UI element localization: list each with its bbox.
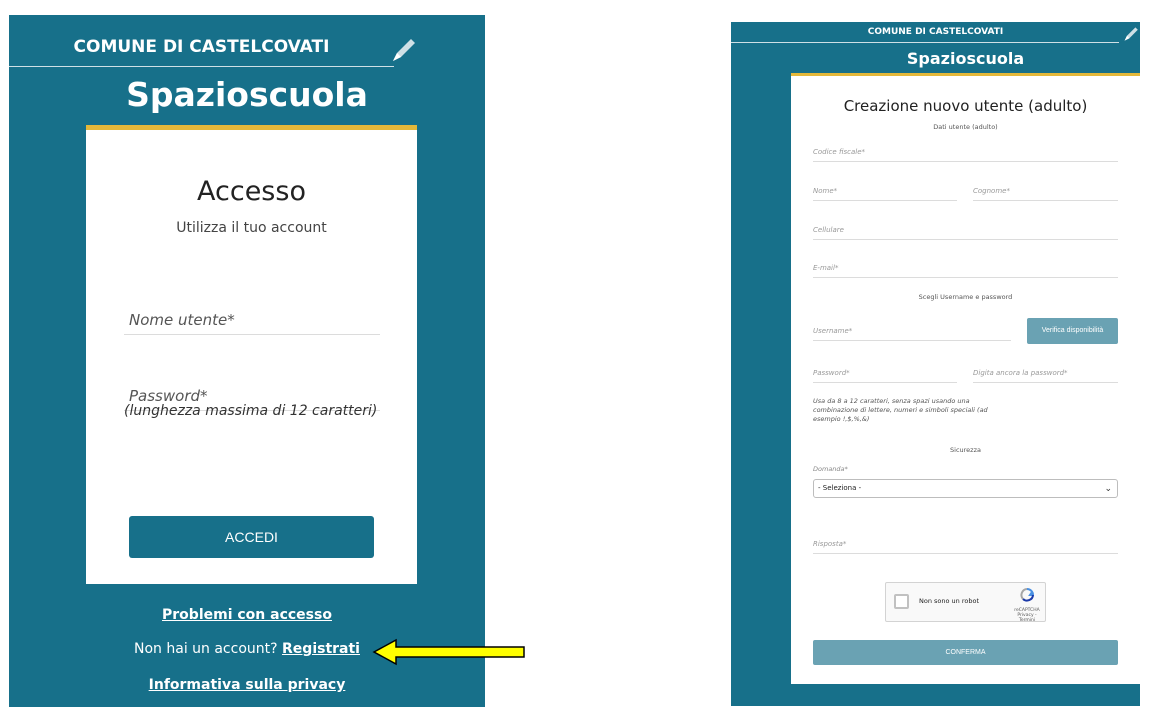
login-title: Accesso	[197, 176, 306, 207]
chevron-down-icon: ⌄	[1104, 484, 1112, 494]
cellulare-input[interactable]: Cellulare	[813, 223, 1118, 240]
codice-fiscale-input[interactable]: Codice fiscale*	[813, 145, 1118, 162]
register-link[interactable]: Registrati	[282, 641, 360, 657]
recaptcha-widget: Non sono un robot reCAPTCHA Privacy - Te…	[885, 582, 1046, 623]
header-divider	[9, 66, 394, 67]
yellow-arrow-icon	[372, 638, 525, 666]
section-user-data: Dati utente (adulto)	[933, 123, 998, 131]
header-divider	[731, 42, 1119, 43]
register-title: Creazione nuovo utente (adulto)	[843, 97, 1088, 115]
password-rules-hint: Usa da 8 a 12 caratteri, senza spazi usa…	[813, 397, 988, 423]
question-selected-value: - Seleziona -	[818, 484, 862, 492]
recaptcha-terms[interactable]: Privacy - Termini	[1012, 613, 1042, 623]
privacy-link[interactable]: Informativa sulla privacy	[9, 677, 485, 693]
answer-input[interactable]: Risposta*	[813, 537, 1118, 554]
nome-input[interactable]: Nome*	[813, 184, 957, 201]
login-panel: COMUNE DI CASTELCOVATI Spazioscuola Acce…	[9, 15, 485, 707]
recaptcha-icon	[1020, 588, 1035, 602]
brand-title: Spazioscuola	[906, 49, 1025, 68]
register-panel: COMUNE DI CASTELCOVATI Spazioscuola Crea…	[731, 22, 1140, 706]
password-input[interactable]: Password*	[813, 366, 957, 383]
login-card: Accesso Utilizza il tuo account Nome ute…	[86, 125, 417, 584]
username-input[interactable]: Username*	[813, 324, 1011, 341]
login-problems-link[interactable]: Problemi con accesso	[9, 607, 485, 623]
register-card: Creazione nuovo utente (adulto) Dati ute…	[791, 73, 1140, 684]
verify-availability-button[interactable]: Verifica disponibilità	[1027, 318, 1118, 344]
recaptcha-logo: reCAPTCHA Privacy - Termini	[1012, 587, 1042, 623]
pencil-icon	[1124, 27, 1138, 41]
section-security: Sicurezza	[950, 446, 981, 454]
municipality-name: COMUNE DI CASTELCOVATI	[73, 37, 330, 57]
recaptcha-checkbox[interactable]	[894, 594, 909, 609]
section-credentials: Scegli Username e password	[918, 293, 1013, 301]
no-account-text: Non hai un account?	[134, 641, 278, 657]
recaptcha-label: Non sono un robot	[919, 597, 980, 605]
pencil-icon	[393, 39, 415, 61]
password-hint: (lunghezza massima di 12 caratteri)	[124, 403, 378, 419]
login-subtitle: Utilizza il tuo account	[176, 220, 327, 236]
question-select[interactable]: - Seleziona - ⌄	[813, 479, 1118, 498]
username-input[interactable]: Nome utente*	[124, 305, 380, 335]
confirm-button[interactable]: CONFERMA	[813, 640, 1118, 665]
password-repeat-input[interactable]: Digita ancora la password*	[973, 366, 1118, 383]
cognome-input[interactable]: Cognome*	[973, 184, 1118, 201]
question-label: Domanda*	[813, 465, 848, 473]
brand-title: Spazioscuola	[126, 75, 368, 114]
email-input[interactable]: E-mail*	[813, 261, 1118, 278]
municipality-name: COMUNE DI CASTELCOVATI	[867, 27, 1004, 37]
login-button[interactable]: ACCEDI	[129, 516, 374, 558]
